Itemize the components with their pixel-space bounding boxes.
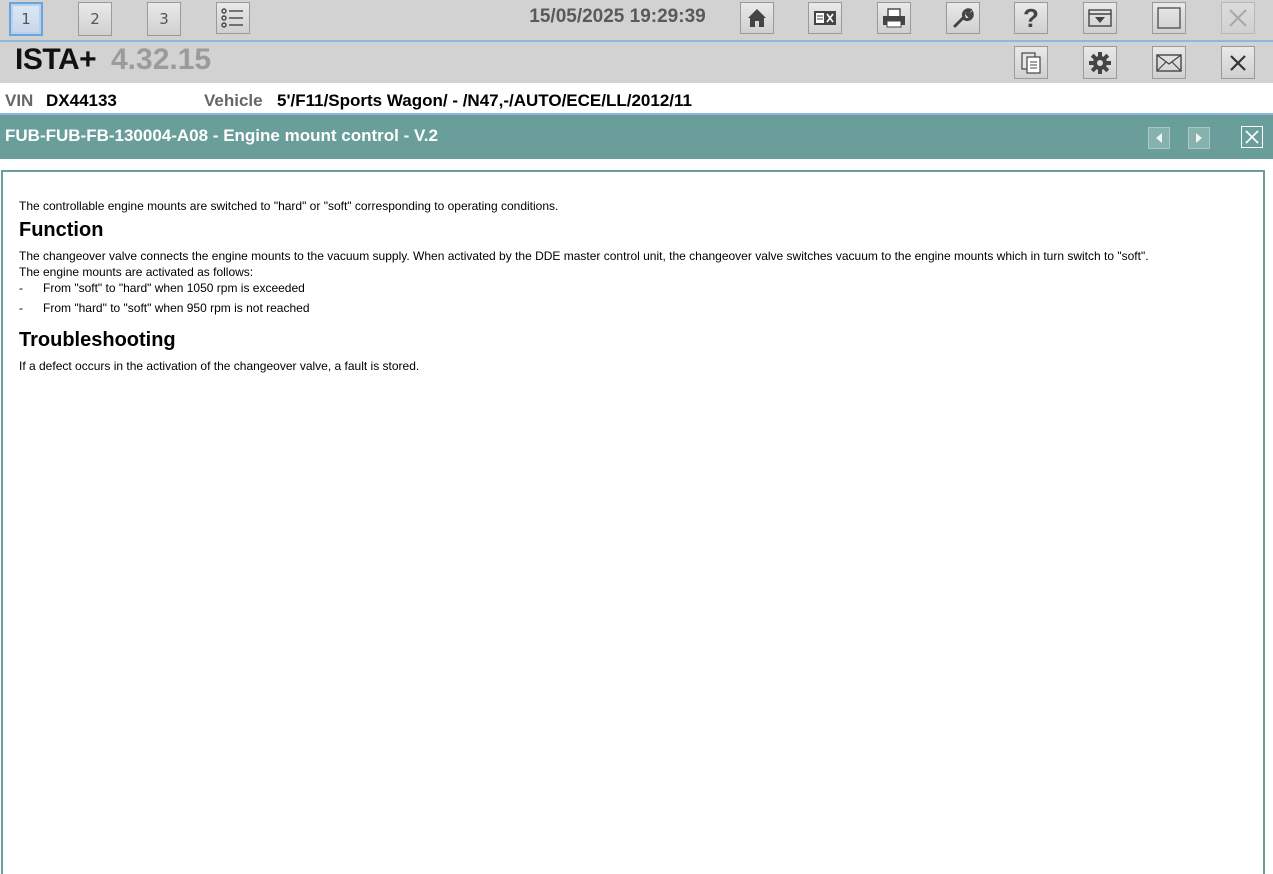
tab-1-button[interactable]: 1 <box>9 2 43 36</box>
datetime-display: 15/05/2025 19:29:39 <box>529 6 706 27</box>
home-button[interactable] <box>740 2 774 34</box>
intro-text: The controllable engine mounts are switc… <box>19 199 559 213</box>
previous-document-button[interactable] <box>1148 127 1170 149</box>
vehicle-value: 5'/F11/Sports Wagon/ - /N47,-/AUTO/ECE/L… <box>277 91 692 110</box>
tab-3-button[interactable]: 3 <box>147 2 181 36</box>
print-button[interactable] <box>877 2 911 34</box>
close-icon <box>1229 9 1247 27</box>
close-icon <box>1230 54 1246 71</box>
top-toolbar: 1 2 3 15/05/2025 19:29:39 ? <box>0 0 1273 40</box>
document-header: FUB-FUB-FB-130004-A08 - Engine mount con… <box>0 115 1273 159</box>
mail-button[interactable] <box>1152 46 1186 79</box>
tests-icon <box>814 11 836 25</box>
function-text: The changeover valve connects the engine… <box>19 249 1149 263</box>
bullet-marker: - <box>19 301 23 315</box>
triangle-left-icon <box>1156 133 1162 143</box>
window-edge <box>1269 160 1273 874</box>
troubleshooting-text: If a defect occurs in the activation of … <box>19 359 420 373</box>
tab-2-button[interactable]: 2 <box>78 2 112 36</box>
function-heading: Function <box>19 219 104 241</box>
list-button[interactable] <box>216 2 250 34</box>
vehicle-label: Vehicle <box>204 91 263 110</box>
bullet-marker: - <box>19 281 23 295</box>
wrench-icon <box>953 8 974 28</box>
help-icon: ? <box>1023 2 1039 33</box>
list-icon <box>221 8 243 28</box>
document-content-frame: The controllable engine mounts are switc… <box>1 170 1265 874</box>
settings-button[interactable] <box>1083 46 1117 79</box>
maximize-button[interactable] <box>1152 2 1186 34</box>
app-name: ISTA+ <box>15 43 97 76</box>
function-subtext: The engine mounts are activated as follo… <box>19 265 254 279</box>
window-icon <box>1157 7 1181 29</box>
bullet-text: From "soft" to "hard" when 1050 rpm is e… <box>43 281 305 295</box>
list-item: - From "hard" to "soft" when 950 rpm is … <box>19 300 1254 316</box>
troubleshooting-heading: Troubleshooting <box>19 329 176 351</box>
vin-value: DX44133 <box>46 91 117 110</box>
copy-button[interactable] <box>1014 46 1048 79</box>
settings-icon <box>1089 51 1111 74</box>
mail-icon <box>1156 53 1182 72</box>
download-icon <box>1088 9 1112 27</box>
app-version: 4.32.15 <box>111 43 212 76</box>
list-item: - From "soft" to "hard" when 1050 rpm is… <box>19 280 1254 296</box>
copy-icon <box>1021 51 1041 74</box>
document-body: The controllable engine mounts are switc… <box>19 196 1254 374</box>
help-button[interactable]: ? <box>1014 2 1048 34</box>
triangle-right-icon <box>1196 133 1202 143</box>
close-icon <box>1245 130 1259 144</box>
service-functions-button[interactable] <box>946 2 980 34</box>
document-title: FUB-FUB-FB-130004-A08 - Engine mount con… <box>5 126 438 145</box>
home-icon <box>748 9 766 27</box>
vin-label: VIN <box>5 91 34 110</box>
ista-window: 1 2 3 15/05/2025 19:29:39 ? ISTA+ 4.32.1… <box>0 0 1273 874</box>
tests-button[interactable] <box>808 2 842 34</box>
exit-button[interactable] <box>1221 2 1255 34</box>
vehicle-info-bar: VIN DX44133 Vehicle 5'/F11/Sports Wagon/… <box>0 83 1273 114</box>
next-document-button[interactable] <box>1188 127 1210 149</box>
minimize-button[interactable] <box>1083 2 1117 34</box>
bullet-text: From "hard" to "soft" when 950 rpm is no… <box>43 301 310 315</box>
close-document-button[interactable] <box>1241 126 1263 148</box>
close-session-button[interactable] <box>1221 46 1255 79</box>
print-icon <box>883 8 905 28</box>
